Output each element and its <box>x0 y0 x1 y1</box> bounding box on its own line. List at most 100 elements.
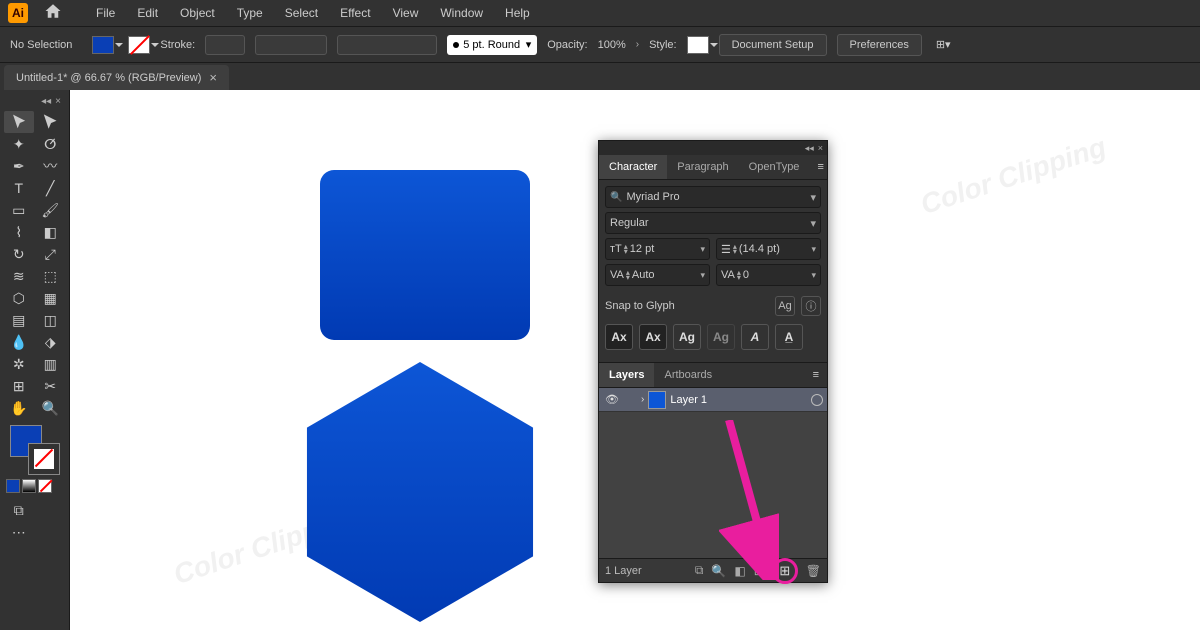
delete-layer-icon[interactable]: 🗑 <box>806 564 821 578</box>
brush-select[interactable]: 5 pt. Round▾ <box>447 35 537 55</box>
scale-tool[interactable]: ⤢ <box>36 243 66 265</box>
glyph-snap-5[interactable]: A <box>741 324 769 350</box>
eraser-tool[interactable]: ◧ <box>36 221 66 243</box>
gradient-tool[interactable]: ◫ <box>36 309 66 331</box>
preferences-button[interactable]: Preferences <box>837 34 922 56</box>
font-family-input[interactable]: Myriad Pro▾ <box>605 186 821 208</box>
mesh-tool[interactable]: ▤ <box>4 309 34 331</box>
graph-tool[interactable]: ▥ <box>36 353 66 375</box>
opacity-chevron-icon[interactable]: › <box>636 39 639 50</box>
artboard-tool[interactable]: ⊞ <box>4 375 34 397</box>
rotate-tool[interactable]: ↻ <box>4 243 34 265</box>
gradient-mode-icon[interactable] <box>22 479 36 493</box>
layer-row[interactable]: 👁 › Layer 1 <box>599 388 827 412</box>
home-icon[interactable] <box>44 2 62 25</box>
direct-selection-tool[interactable] <box>36 111 66 133</box>
info-icon[interactable]: ⓘ <box>801 296 821 316</box>
glyph-snap-1[interactable]: Ax <box>605 324 633 350</box>
symbol-tool[interactable]: ✲ <box>4 353 34 375</box>
canvas-rectangle-shape[interactable] <box>320 170 530 340</box>
none-mode-icon[interactable] <box>38 479 52 493</box>
wand-tool[interactable]: ✦ <box>4 133 34 155</box>
clip-mask-icon[interactable]: ◧ <box>734 564 745 578</box>
close-tab-icon[interactable]: × <box>209 70 217 85</box>
canvas-hexagon-shape[interactable] <box>306 362 534 622</box>
new-layer-button[interactable]: ⊞ <box>772 558 798 584</box>
menu-edit[interactable]: Edit <box>127 3 168 23</box>
document-setup-button[interactable]: Document Setup <box>719 34 827 56</box>
rectangle-tool[interactable]: ▭ <box>4 199 34 221</box>
color-mode-icon[interactable] <box>6 479 20 493</box>
font-size-input[interactable]: тT▴▾12 pt▾ <box>605 238 710 260</box>
shaper-tool[interactable]: ⌇ <box>4 221 34 243</box>
menu-effect[interactable]: Effect <box>330 3 380 23</box>
new-sublayer-icon[interactable]: ⊞ <box>754 564 764 578</box>
target-icon[interactable] <box>811 394 823 406</box>
locate-icon[interactable]: ⧉ <box>695 563 704 578</box>
canvas[interactable]: Color Clipping Color Clipping ◂◂ × Chara… <box>70 90 1200 630</box>
free-transform-tool[interactable]: ⬚ <box>36 265 66 287</box>
kerning-input[interactable]: VA▴▾Auto▾ <box>605 264 710 286</box>
zoom-tool[interactable]: 🔍 <box>36 397 66 419</box>
type-tool[interactable]: T <box>4 177 34 199</box>
blend-tool[interactable]: ⬗ <box>36 331 66 353</box>
edit-toolbar-icon[interactable]: ⋯ <box>4 521 34 543</box>
line-tool[interactable]: ╱ <box>36 177 66 199</box>
leading-input[interactable]: ☰▴▾(14.4 pt)▾ <box>716 238 821 260</box>
brush-tool[interactable]: 🖌 <box>36 199 66 221</box>
collapse-icon[interactable]: ◂◂ <box>41 96 51 107</box>
glyph-snap-3[interactable]: Ag <box>673 324 701 350</box>
visibility-icon[interactable]: 👁 <box>603 393 621 406</box>
tab-artboards[interactable]: Artboards <box>654 363 722 387</box>
style-swatch[interactable] <box>687 36 709 54</box>
expand-icon[interactable]: › <box>641 394 644 405</box>
perspective-tool[interactable]: ▦ <box>36 287 66 309</box>
brush-def-input[interactable] <box>337 35 437 55</box>
stroke-profile-input[interactable] <box>255 35 327 55</box>
panel-menu-icon[interactable]: ≡ <box>809 155 831 179</box>
pen-tool[interactable]: ✒ <box>4 155 34 177</box>
menu-type[interactable]: Type <box>227 3 273 23</box>
document-tab-title: Untitled-1* @ 66.67 % (RGB/Preview) <box>16 72 201 84</box>
close-icon[interactable]: × <box>818 143 823 153</box>
font-style-input[interactable]: Regular▾ <box>605 212 821 234</box>
menu-window[interactable]: Window <box>430 3 493 23</box>
screen-mode-tool[interactable]: ⧉ <box>4 499 34 521</box>
glyph-snap-6[interactable]: A̲ <box>775 324 803 350</box>
hand-tool[interactable]: ✋ <box>4 397 34 419</box>
layers-menu-icon[interactable]: ≡ <box>805 363 827 387</box>
tab-opentype[interactable]: OpenType <box>739 155 810 179</box>
document-tab[interactable]: Untitled-1* @ 66.67 % (RGB/Preview) × <box>4 65 229 90</box>
width-tool[interactable]: ≋ <box>4 265 34 287</box>
menu-select[interactable]: Select <box>275 3 328 23</box>
glyph-snap-2[interactable]: Ax <box>639 324 667 350</box>
menu-view[interactable]: View <box>383 3 429 23</box>
close-icon[interactable]: × <box>55 96 61 107</box>
search-icon[interactable]: 🔍 <box>711 564 726 578</box>
stroke-swatch[interactable] <box>128 36 150 54</box>
tab-character[interactable]: Character <box>599 155 667 179</box>
glyph-snap-4[interactable]: Ag <box>707 324 735 350</box>
fill-stroke-control[interactable] <box>4 425 65 473</box>
glyph-bounds-icon[interactable]: Ag <box>775 296 795 316</box>
tab-paragraph[interactable]: Paragraph <box>667 155 738 179</box>
tracking-input[interactable]: VA▴▾0▾ <box>716 264 821 286</box>
layer-name-label[interactable]: Layer 1 <box>670 394 707 406</box>
character-panel[interactable]: ◂◂ × Character Paragraph OpenType ≡ Myri… <box>598 140 828 583</box>
opacity-value[interactable]: 100% <box>598 39 626 51</box>
shape-builder-tool[interactable]: ⬡ <box>4 287 34 309</box>
menu-file[interactable]: File <box>86 3 125 23</box>
align-icon[interactable]: ⊞▾ <box>936 38 951 51</box>
stroke-box[interactable] <box>28 443 60 475</box>
lasso-tool[interactable]: ⵚ <box>36 133 66 155</box>
menu-help[interactable]: Help <box>495 3 540 23</box>
stroke-weight-input[interactable] <box>205 35 245 55</box>
tab-layers[interactable]: Layers <box>599 363 654 387</box>
curvature-tool[interactable]: 〰 <box>36 155 66 177</box>
collapse-icon[interactable]: ◂◂ <box>805 143 814 154</box>
fill-swatch[interactable] <box>92 36 114 54</box>
menu-object[interactable]: Object <box>170 3 225 23</box>
eyedropper-tool[interactable]: 💧 <box>4 331 34 353</box>
slice-tool[interactable]: ✂ <box>36 375 66 397</box>
selection-tool[interactable] <box>4 111 34 133</box>
